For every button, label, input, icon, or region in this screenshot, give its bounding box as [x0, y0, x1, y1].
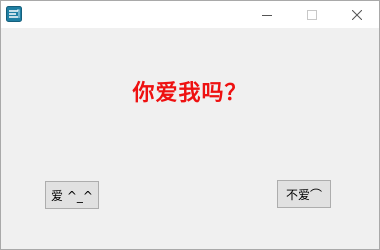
minimize-button[interactable]: [244, 1, 289, 28]
app-icon: [6, 6, 22, 22]
close-button[interactable]: [334, 1, 379, 28]
app-window: 你爱我吗？ 爱 ^_^ 不爱⌒: [0, 0, 380, 250]
title-bar[interactable]: [1, 1, 379, 28]
not-love-button[interactable]: 不爱⌒: [277, 180, 331, 208]
window-controls: [244, 1, 379, 28]
love-button[interactable]: 爱 ^_^: [45, 181, 99, 209]
maximize-button[interactable]: [289, 1, 334, 28]
question-label: 你爱我吗？: [132, 80, 248, 106]
maximize-icon: [306, 5, 317, 24]
close-icon: [351, 5, 362, 24]
minimize-icon: [261, 5, 272, 24]
client-area: 你爱我吗？ 爱 ^_^ 不爱⌒: [1, 28, 379, 249]
